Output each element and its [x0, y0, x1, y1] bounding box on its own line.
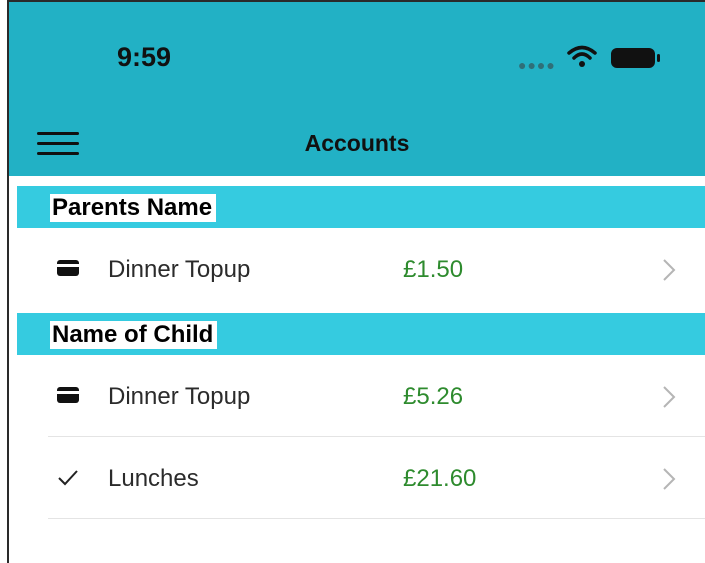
row-divider	[48, 436, 705, 437]
chevron-right-icon	[663, 468, 676, 490]
signal-dots-icon: ●●●●	[518, 57, 556, 73]
account-amount: £1.50	[403, 256, 464, 283]
checkmark-icon	[58, 470, 78, 486]
page-title: Accounts	[304, 130, 410, 156]
account-row-child-dinner-topup[interactable]: Dinner Topup £5.26	[48, 357, 705, 437]
account-row-child-lunches[interactable]: Lunches £21.60	[48, 439, 705, 519]
app-header: 9:59 ●●●● Accounts	[9, 2, 705, 176]
card-icon	[57, 387, 79, 403]
battery-icon	[611, 48, 660, 68]
section-title: Parents Name	[50, 194, 217, 222]
account-label: Lunches	[108, 465, 199, 492]
section-title: Name of Child	[50, 321, 218, 349]
account-amount: £21.60	[403, 465, 477, 492]
row-divider	[48, 518, 705, 519]
account-amount: £5.26	[403, 383, 464, 410]
section-header-parent: Parents Name	[17, 186, 705, 228]
account-label: Dinner Topup	[108, 256, 251, 283]
status-time: 9:59	[117, 42, 172, 72]
card-icon	[57, 260, 79, 276]
wifi-icon	[567, 45, 597, 67]
account-row-parent-dinner-topup[interactable]: Dinner Topup £1.50	[48, 230, 705, 310]
chevron-right-icon	[663, 386, 676, 408]
section-header-child: Name of Child	[17, 313, 705, 355]
chevron-right-icon	[663, 259, 676, 281]
account-label: Dinner Topup	[108, 383, 251, 410]
